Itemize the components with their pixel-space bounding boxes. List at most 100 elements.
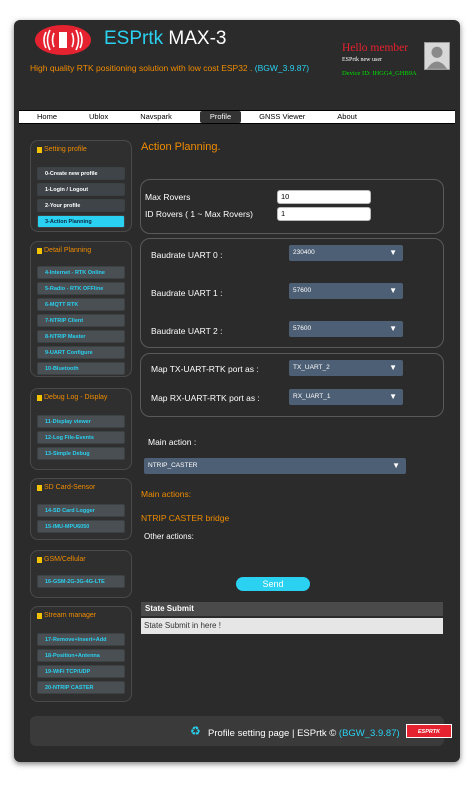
- nav-profile[interactable]: Profile: [199, 111, 242, 123]
- sidebar-item-ntrip-caster[interactable]: 20-NTRIP CASTER: [37, 681, 125, 694]
- panel-title-text: SD Card-Sensor: [44, 484, 96, 491]
- folder-icon: [37, 146, 42, 153]
- sidebar-item-radio-rtk[interactable]: 5-Radio - RTK OFFline: [37, 282, 125, 295]
- uart1-select[interactable]: 57600 ▼: [289, 283, 403, 299]
- tagline-version: (BGW_3.9.87): [254, 63, 310, 73]
- panel-title-text: Setting profile: [44, 146, 87, 153]
- rovers-box: Max Rovers 10 ID Rovers ( 1 ~ Max Rovers…: [140, 179, 444, 234]
- folder-icon: [37, 394, 42, 401]
- app-frame: ESPrtk MAX-3 High quality RTK positionin…: [14, 20, 460, 762]
- main-action-select[interactable]: NTRIP_CASTER ▼: [144, 458, 406, 474]
- sidebar-item-log-file-events[interactable]: 12-Log File-Events: [37, 431, 125, 444]
- chevron-down-icon: ▼: [392, 461, 400, 470]
- uart1-label: Baudrate UART 1 :: [151, 288, 223, 298]
- main-action-value: NTRIP_CASTER: [148, 462, 198, 469]
- chevron-down-icon: ▼: [389, 248, 397, 257]
- chevron-down-icon: ▼: [389, 392, 397, 401]
- panel-items: 14-SD Card Logger 15-IMU-MPU6050: [37, 504, 125, 536]
- sidebar-item-internet-rtk[interactable]: 4-Internet - RTK Online: [37, 266, 125, 279]
- sidebar-item-gsm[interactable]: 16-GSM-2G-3G-4G-LTE: [37, 575, 125, 588]
- nav-gnss-viewer[interactable]: GNSS Viewer: [255, 111, 309, 123]
- sidebar-item-ntrip-master[interactable]: 8-NTRIP Master: [37, 330, 125, 343]
- sidebar-item-position-antenna[interactable]: 18-Position+Antenna: [37, 649, 125, 662]
- uart2-value: 57600: [293, 325, 312, 332]
- panel-items: 4-Internet - RTK Online 5-Radio - RTK OF…: [37, 266, 125, 378]
- uart0-label: Baudrate UART 0 :: [151, 250, 223, 260]
- folder-icon: [37, 484, 42, 491]
- nav-home[interactable]: Home: [33, 111, 61, 123]
- esprtk-logo: [35, 25, 91, 55]
- app-title-model: MAX-3: [163, 28, 227, 49]
- nav-ublox[interactable]: Ublox: [85, 111, 112, 123]
- avatar[interactable]: [424, 42, 450, 70]
- panel-title: Stream manager: [37, 612, 96, 619]
- state-submit-header: State Submit: [141, 602, 443, 616]
- uart1-value: 57600: [293, 287, 312, 294]
- panel-title: Setting profile: [37, 146, 87, 153]
- panel-title: Debug Log - Display: [37, 394, 107, 401]
- footer: ♻ Profile setting page | ESPrtk © (BGW_3…: [30, 716, 452, 746]
- id-rovers-input[interactable]: 1: [277, 207, 371, 221]
- folder-icon: [37, 612, 42, 619]
- chevron-down-icon: ▼: [389, 363, 397, 372]
- sidebar-item-create-profile[interactable]: 0-Create new profile: [37, 167, 125, 180]
- sidebar-item-remove-insert-add[interactable]: 17-Remove+Insert+Add: [37, 633, 125, 646]
- rx-map-select[interactable]: RX_UART_1 ▼: [289, 389, 403, 405]
- nav-navspark[interactable]: Navspark: [136, 111, 176, 123]
- main-nav: Home Ublox Navspark Profile GNSS Viewer …: [19, 110, 455, 124]
- uart2-label: Baudrate UART 2 :: [151, 326, 223, 336]
- tx-map-value: TX_UART_2: [293, 364, 330, 371]
- sidebar-item-sd-card-logger[interactable]: 14-SD Card Logger: [37, 504, 125, 517]
- recycle-icon: ♻: [190, 724, 201, 738]
- sidebar-item-simple-debug[interactable]: 13-Simple Debug: [37, 447, 125, 460]
- tagline: High quality RTK positioning solution wi…: [30, 63, 309, 73]
- panel-title-text: Detail Planning: [44, 247, 92, 254]
- max-rovers-input[interactable]: 10: [277, 190, 371, 204]
- panel-debug-log: Debug Log - Display 11-Display viewer 12…: [30, 388, 132, 470]
- device-id: Device ID: IHGG4_GHB9A: [342, 70, 417, 77]
- tagline-text: High quality RTK positioning solution wi…: [30, 63, 255, 73]
- panel-title: Detail Planning: [37, 247, 91, 254]
- baudrate-box: Baudrate UART 0 : 230400 ▼ Baudrate UART …: [140, 238, 444, 348]
- user-subtitle: ESPrtk new user: [342, 57, 382, 63]
- rx-map-value: RX_UART_1: [293, 393, 331, 400]
- panel-title-text: Stream manager: [44, 612, 97, 619]
- send-button[interactable]: Send: [236, 577, 310, 591]
- tx-map-select[interactable]: TX_UART_2 ▼: [289, 360, 403, 376]
- app-title-brand: ESPrtk: [104, 28, 164, 49]
- sidebar-item-wifi-tcp-udp[interactable]: 19-WiFi TCP/UDP: [37, 665, 125, 678]
- uart2-select[interactable]: 57600 ▼: [289, 321, 403, 337]
- max-rovers-label: Max Rovers: [145, 192, 191, 202]
- sidebar-item-display-viewer[interactable]: 11-Display viewer: [37, 415, 125, 428]
- nav-about[interactable]: About: [333, 111, 361, 123]
- panel-items: 11-Display viewer 12-Log File-Events 13-…: [37, 415, 125, 463]
- id-rovers-label: ID Rovers ( 1 ~ Max Rovers): [145, 209, 253, 219]
- sidebar-item-ntrip-client[interactable]: 7-NTRIP Client: [37, 314, 125, 327]
- panel-gsm: GSM/Cellular 16-GSM-2G-3G-4G-LTE: [30, 550, 132, 598]
- main-actions-text: NTRIP CASTER bridge: [141, 513, 230, 523]
- folder-icon: [37, 247, 42, 254]
- sidebar-item-uart-configure[interactable]: 9-UART Configure: [37, 346, 125, 359]
- panel-sd-card: SD Card-Sensor 14-SD Card Logger 15-IMU-…: [30, 478, 132, 540]
- footer-label: Profile setting page | ESPrtk ©: [208, 728, 339, 739]
- sidebar-item-action-planning[interactable]: 3-Action Planning: [37, 215, 125, 228]
- panel-title-text: GSM/Cellular: [44, 556, 86, 563]
- main-action-label: Main action :: [148, 437, 197, 447]
- app-title: ESPrtk MAX-3: [104, 28, 226, 50]
- panel-items: 17-Remove+Insert+Add 18-Position+Antenna…: [37, 633, 125, 697]
- sidebar-item-mqtt-rtk[interactable]: 6-MQTT RTK: [37, 298, 125, 311]
- chevron-down-icon: ▼: [389, 286, 397, 295]
- sidebar-item-your-profile[interactable]: 2-Your profile: [37, 199, 125, 212]
- panel-setting-profile: Setting profile 0-Create new profile 1-L…: [30, 140, 132, 232]
- sidebar-item-login-logout[interactable]: 1-Login / Logout: [37, 183, 125, 196]
- sidebar-item-imu[interactable]: 15-IMU-MPU6050: [37, 520, 125, 533]
- main-actions-heading: Main actions:: [141, 489, 192, 499]
- sidebar-item-bluetooth[interactable]: 10-Bluetooth: [37, 362, 125, 375]
- panel-title-text: Debug Log - Display: [44, 394, 108, 401]
- panel-title: SD Card-Sensor: [37, 484, 95, 491]
- uart0-select[interactable]: 230400 ▼: [289, 245, 403, 261]
- hello-member: Hello member: [342, 42, 409, 54]
- page-title: Action Planning.: [141, 141, 221, 153]
- tx-map-label: Map TX-UART-RTK port as :: [151, 364, 259, 374]
- rx-map-label: Map RX-UART-RTK port as :: [151, 393, 260, 403]
